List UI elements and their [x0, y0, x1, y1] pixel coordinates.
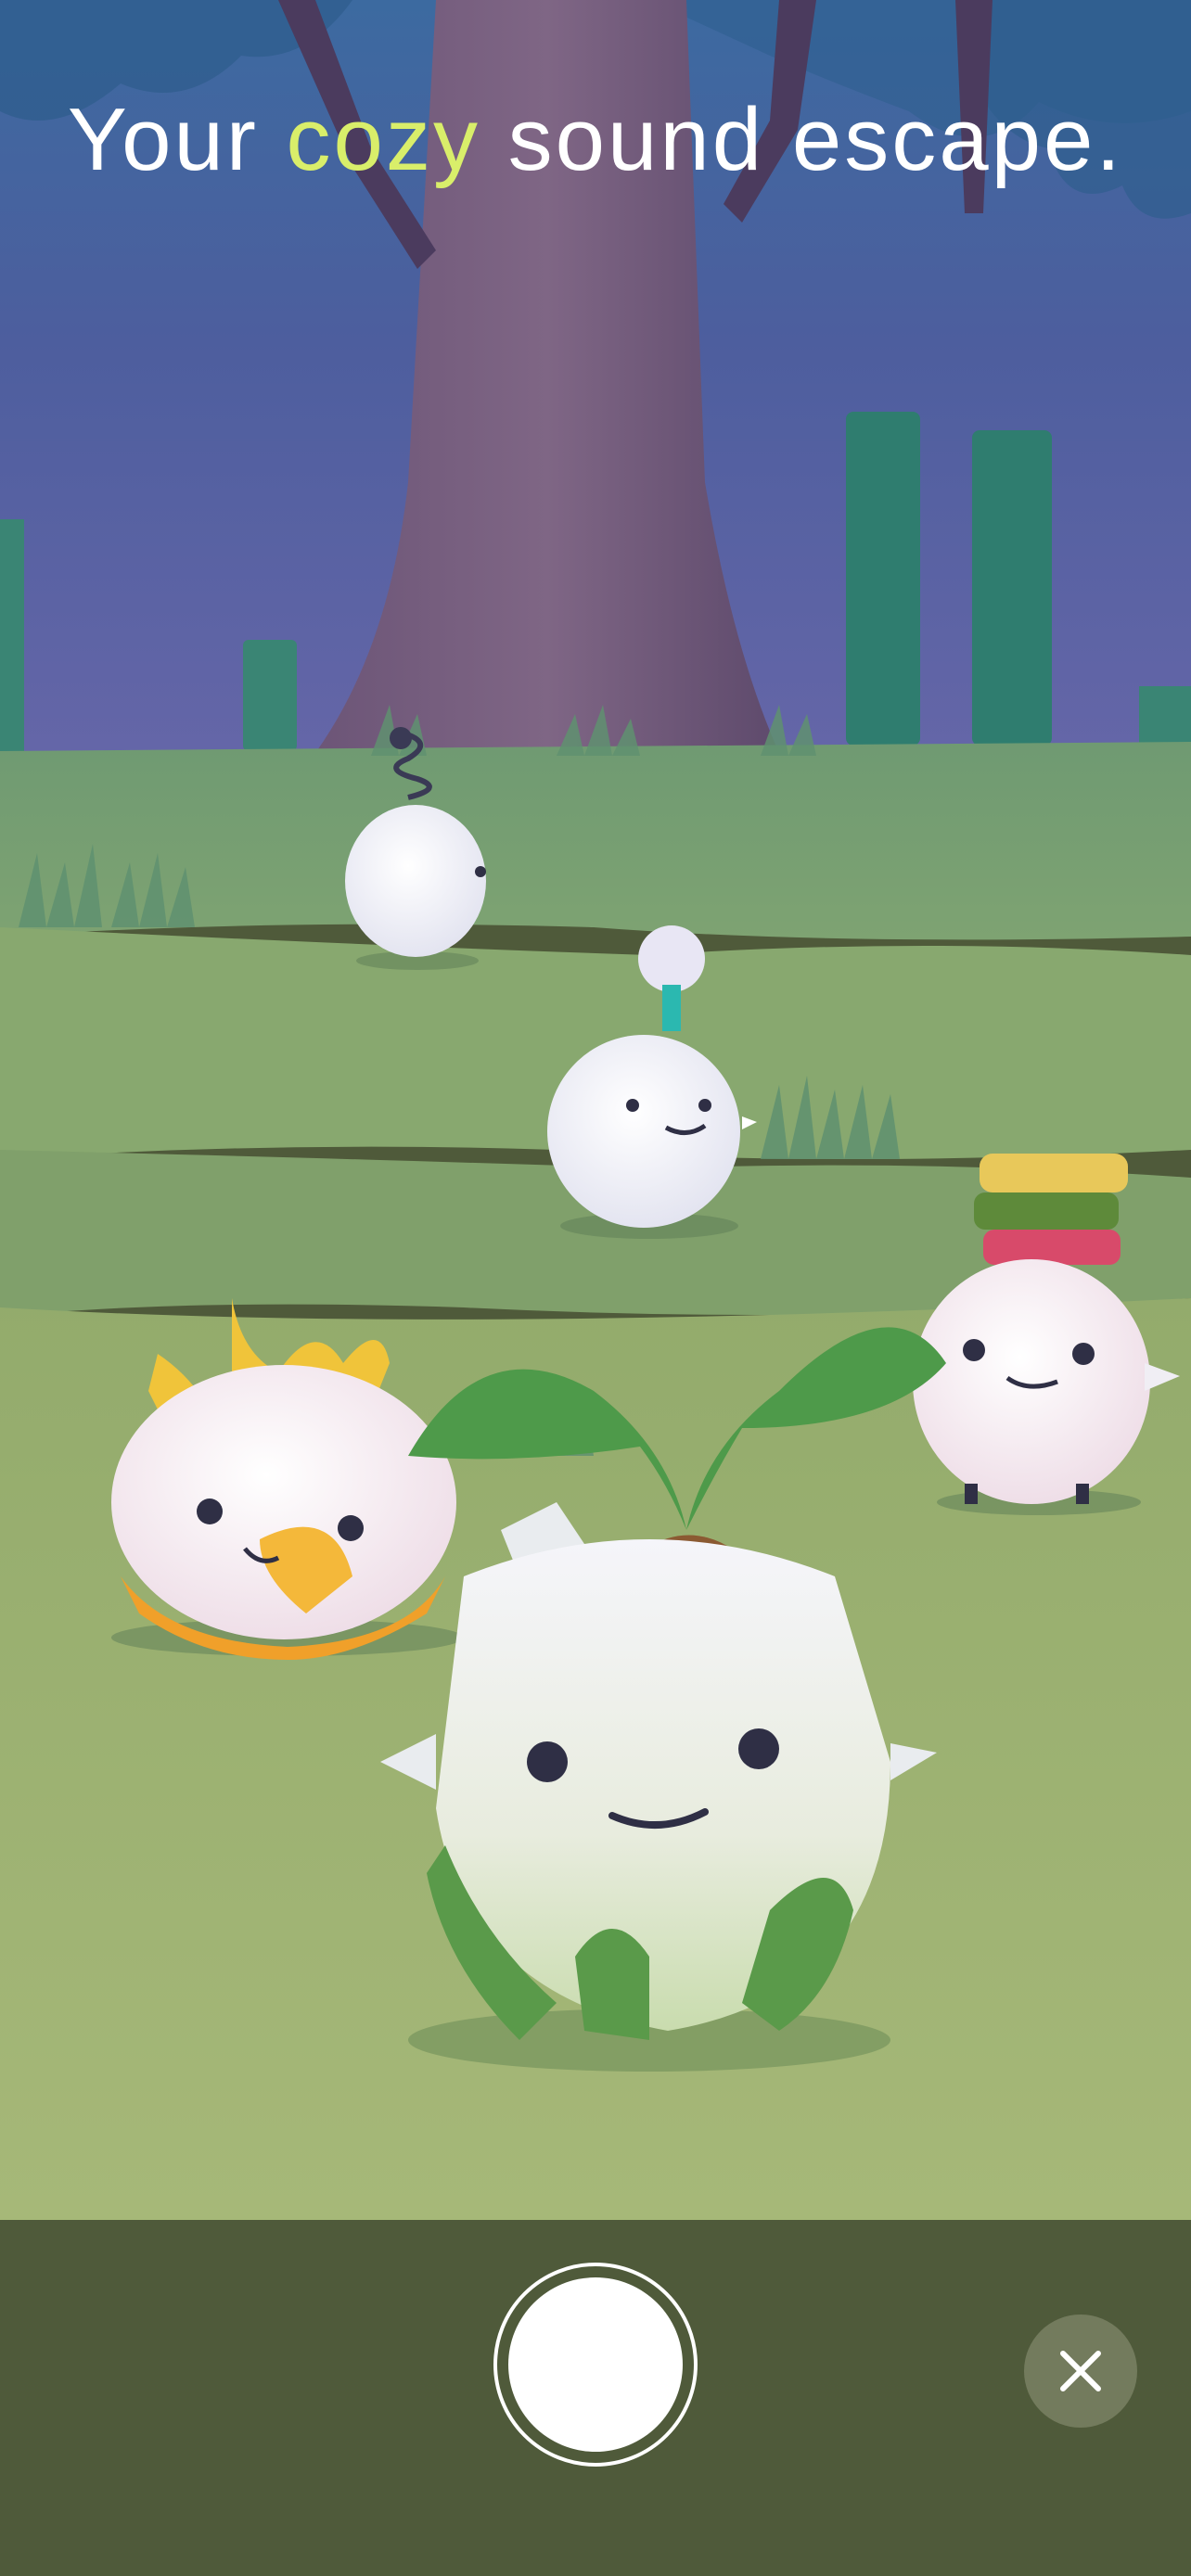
- game-scene: Your cozy sound escape.: [0, 0, 1191, 2220]
- headline-before: Your: [67, 90, 259, 189]
- headline: Your cozy sound escape.: [0, 89, 1191, 191]
- capture-button[interactable]: [493, 2263, 698, 2467]
- headline-accent: cozy: [286, 90, 480, 189]
- close-button[interactable]: [1024, 2315, 1137, 2428]
- headline-after: sound escape.: [507, 90, 1124, 189]
- capture-button-inner[interactable]: [508, 2277, 683, 2452]
- close-icon: [1060, 2351, 1101, 2391]
- pillar: [846, 412, 920, 746]
